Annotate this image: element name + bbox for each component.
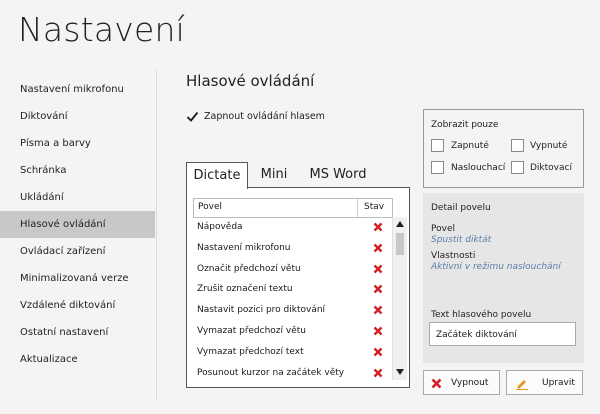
sidebar-item-aktualizace[interactable]: Aktualizace bbox=[0, 346, 155, 373]
check-icon bbox=[186, 111, 199, 122]
command-name: Nastavit pozici pro diktování bbox=[197, 305, 326, 316]
sidebar-item-vzdalene[interactable]: Vzdálené diktování bbox=[0, 292, 155, 319]
sidebar-item-hlasove-ovladani[interactable]: Hlasové ovládání bbox=[0, 211, 155, 238]
disable-button[interactable]: Vypnout bbox=[423, 370, 500, 395]
filter-vypnute-checkbox[interactable] bbox=[511, 139, 524, 152]
detail-props-label: Vlastnosti bbox=[431, 251, 476, 261]
table-row[interactable]: Označit předchozí větu bbox=[193, 259, 391, 280]
table-header: Povel Stav bbox=[193, 198, 393, 218]
column-header-povel[interactable]: Povel bbox=[198, 202, 222, 212]
edit-button-label: Upravit bbox=[542, 378, 575, 388]
command-name: Posunout kurzor na začátek věty bbox=[197, 367, 345, 378]
table-row[interactable]: Nastavení mikrofonu bbox=[193, 238, 391, 259]
sidebar-item-mikrofon[interactable]: Nastavení mikrofonu bbox=[0, 76, 155, 103]
filter-zapnute-checkbox[interactable] bbox=[431, 139, 444, 152]
table-row[interactable]: Zrušit označení textu bbox=[193, 279, 391, 300]
status-off-icon bbox=[373, 363, 383, 393]
table-row[interactable]: Nápověda bbox=[193, 217, 391, 238]
table-scrollbar[interactable] bbox=[392, 217, 407, 380]
filter-title: Zobrazit pouze bbox=[431, 120, 499, 130]
detail-command-value: Spustit diktát bbox=[431, 235, 492, 245]
table-row[interactable]: Vymazat předchozí větu bbox=[193, 321, 391, 342]
command-name: Označit předchozí větu bbox=[197, 263, 301, 274]
scrollbar-thumb[interactable] bbox=[396, 233, 404, 255]
column-header-stav[interactable]: Stav bbox=[364, 202, 384, 212]
column-divider bbox=[357, 199, 358, 217]
table-row[interactable]: Nastavit pozici pro diktování bbox=[193, 300, 391, 321]
detail-text-label: Text hlasového povelu bbox=[431, 310, 532, 320]
commands-list: Nápověda Nastavení mikrofonu Označit pře… bbox=[193, 217, 391, 383]
sidebar-item-ostatni[interactable]: Ostatní nastavení bbox=[0, 319, 155, 346]
tab-mini[interactable]: Mini bbox=[252, 162, 296, 188]
table-row[interactable]: Posunout kurzor na začátek věty bbox=[193, 363, 391, 384]
scroll-up-icon[interactable] bbox=[396, 221, 404, 227]
sidebar-item-pisma[interactable]: Písma a barvy bbox=[0, 130, 155, 157]
filter-diktovaci-checkbox[interactable] bbox=[511, 161, 524, 174]
sidebar-divider bbox=[156, 70, 157, 400]
filter-naslouchaci-label: Naslouchací bbox=[451, 163, 506, 173]
table-row[interactable]: Vymazat předchozí text bbox=[193, 342, 391, 363]
scroll-down-icon[interactable] bbox=[396, 369, 404, 375]
detail-command-label: Povel bbox=[431, 224, 455, 234]
edit-button[interactable]: Upravit bbox=[506, 370, 583, 395]
command-name: Nápověda bbox=[197, 222, 243, 232]
filter-naslouchaci-checkbox[interactable] bbox=[431, 161, 444, 174]
sidebar-item-minimalizovana[interactable]: Minimalizovaná verze bbox=[0, 265, 155, 292]
pencil-icon bbox=[516, 380, 528, 390]
section-heading: Hlasové ovládání bbox=[186, 72, 315, 90]
voice-command-text-field[interactable]: Začátek diktování bbox=[429, 322, 576, 346]
enable-voice-checkbox[interactable] bbox=[186, 110, 199, 123]
sidebar-item-diktovani[interactable]: Diktování bbox=[0, 103, 155, 130]
command-name: Zrušit označení textu bbox=[197, 284, 293, 295]
tab-ms-word[interactable]: MS Word bbox=[306, 162, 370, 188]
disable-button-label: Vypnout bbox=[451, 378, 489, 388]
sidebar-item-ukladani[interactable]: Ukládání bbox=[0, 184, 155, 211]
tab-dictate[interactable]: Dictate bbox=[186, 162, 248, 189]
sidebar-item-schranka[interactable]: Schránka bbox=[0, 157, 155, 184]
filter-vypnute-label: Vypnuté bbox=[530, 141, 568, 151]
detail-props-value: Aktivní v režimu naslouchání bbox=[431, 262, 561, 272]
sidebar: Nastavení mikrofonu Diktování Písma a ba… bbox=[0, 76, 155, 373]
filter-diktovaci-label: Diktovací bbox=[530, 163, 572, 173]
sidebar-item-ovladaci-zarizeni[interactable]: Ovládací zařízení bbox=[0, 238, 155, 265]
enable-voice-label: Zapnout ovládání hlasem bbox=[204, 111, 325, 122]
command-name: Nastavení mikrofonu bbox=[197, 242, 291, 253]
filter-zapnute-label: Zapnuté bbox=[451, 141, 489, 151]
disable-icon bbox=[431, 378, 442, 389]
command-name: Vymazat předchozí text bbox=[197, 346, 304, 357]
detail-title: Detail povelu bbox=[431, 203, 491, 213]
command-name: Vymazat předchozí větu bbox=[197, 325, 306, 336]
page-title: Nastavení bbox=[18, 10, 185, 49]
